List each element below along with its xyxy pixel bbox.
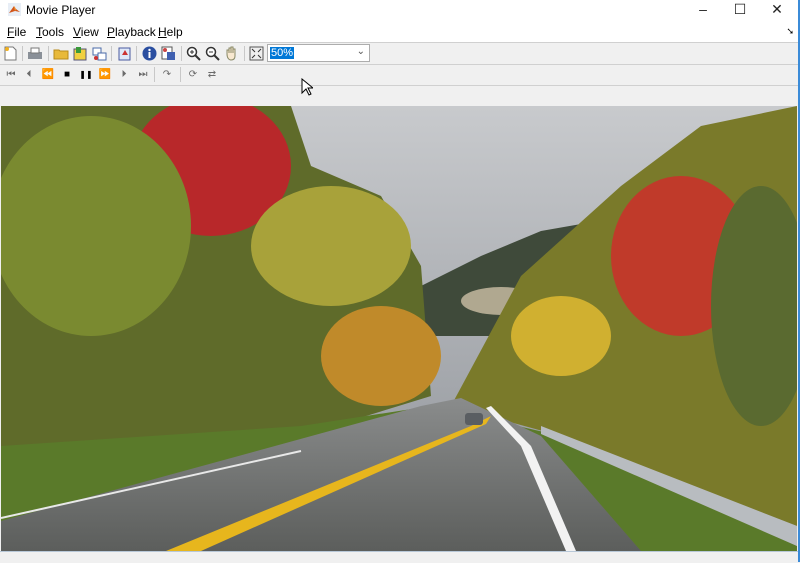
close-button[interactable]: ✕ <box>758 0 796 20</box>
print-icon[interactable] <box>26 45 43 62</box>
pan-hand-icon[interactable] <box>223 45 240 62</box>
zoom-level-select[interactable]: 50% ⌄ <box>267 44 370 62</box>
stop-icon[interactable]: ■ <box>60 68 74 82</box>
separator <box>181 46 182 61</box>
separator <box>22 46 23 61</box>
video-frame <box>1 106 797 551</box>
separator <box>180 67 181 82</box>
separator <box>136 46 137 61</box>
step-forward-icon[interactable]: ⏵ <box>117 68 131 82</box>
jump-to-icon[interactable]: ↷ <box>160 68 174 82</box>
maximize-button[interactable]: ☐ <box>721 0 759 20</box>
separator <box>154 67 155 82</box>
import-workspace-icon[interactable] <box>71 45 88 62</box>
separator <box>111 46 112 61</box>
rewind-icon[interactable]: ⏪ <box>41 68 55 82</box>
go-to-last-icon[interactable]: ⏭ <box>136 68 150 82</box>
pause-icon[interactable]: ❚❚ <box>79 68 93 82</box>
mouse-cursor-icon <box>301 78 313 96</box>
menu-help[interactable]: Help <box>158 25 183 39</box>
separator <box>244 46 245 61</box>
status-bar <box>0 551 800 563</box>
chevron-down-icon[interactable]: ⌄ <box>357 46 365 57</box>
window-title: Movie Player <box>26 3 96 17</box>
go-to-first-icon[interactable]: ⏮ <box>4 68 18 82</box>
menu-view[interactable]: View <box>73 25 99 39</box>
loop-icon[interactable]: ⟳ <box>186 68 200 82</box>
fit-to-window-icon[interactable] <box>248 45 265 62</box>
open-folder-icon[interactable] <box>52 45 69 62</box>
main-toolbar: 50% ⌄ <box>0 43 800 65</box>
menu-tools[interactable]: Tools <box>36 25 64 39</box>
playback-toolbar: ⏮ ⏴ ⏪ ■ ❚❚ ⏩ ⏵ ⏭ ↷ ⟳ ⇄ <box>0 65 800 86</box>
menu-bar: File Tools View Playback Help ➘ <box>0 20 800 43</box>
forward-backward-icon[interactable]: ⇄ <box>205 68 219 82</box>
new-icon[interactable] <box>2 45 19 62</box>
menu-playback[interactable]: Playback <box>107 25 156 39</box>
title-bar: Movie Player – ☐ ✕ <box>0 0 800 20</box>
zoom-out-icon[interactable] <box>204 45 221 62</box>
connect-simulink-icon[interactable] <box>91 45 108 62</box>
menu-file[interactable]: File <box>7 25 26 39</box>
zoom-level-value: 50% <box>270 47 295 59</box>
zoom-in-icon[interactable] <box>185 45 202 62</box>
matlab-logo-icon <box>8 3 21 16</box>
export-icon[interactable] <box>116 45 133 62</box>
video-image <box>1 106 797 551</box>
pixel-region-icon[interactable] <box>160 45 177 62</box>
info-icon[interactable] <box>141 45 158 62</box>
step-back-icon[interactable]: ⏴ <box>22 68 36 82</box>
fast-forward-icon[interactable]: ⏩ <box>98 68 112 82</box>
dock-arrow-icon[interactable]: ➘ <box>786 26 794 37</box>
minimize-button[interactable]: – <box>684 0 722 20</box>
separator <box>48 46 49 61</box>
